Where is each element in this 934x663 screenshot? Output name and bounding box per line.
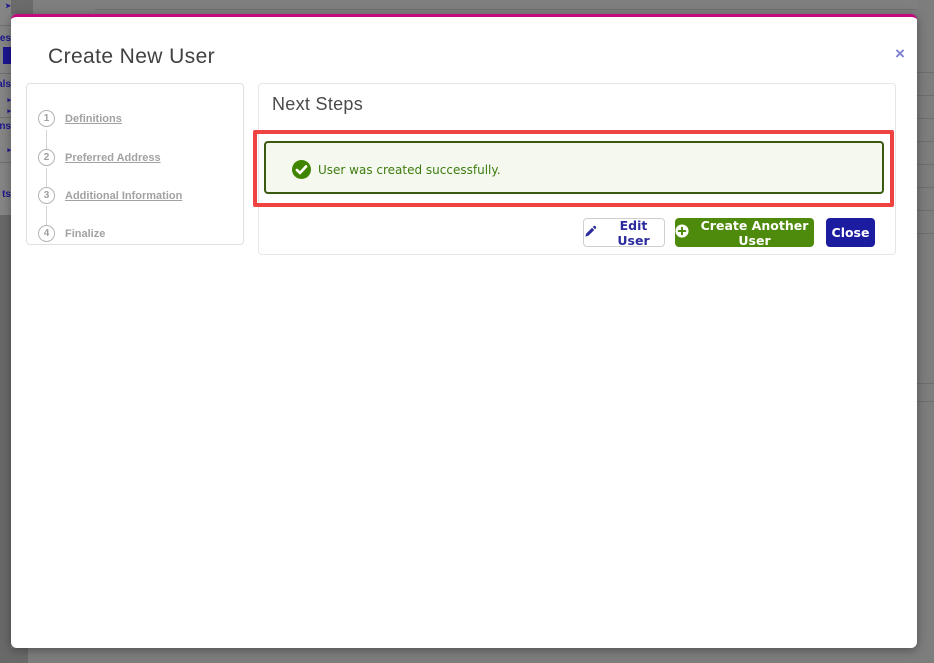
step-number-badge: 2 [38, 149, 55, 166]
wizard-step-preferred-address[interactable]: 2 Preferred Address [27, 149, 243, 167]
close-icon[interactable]: × [889, 43, 911, 65]
create-new-user-modal: Create New User × 1 Definitions 2 Prefer… [11, 14, 917, 648]
sidebar-fragment: ts [2, 189, 11, 200]
panel-title: Next Steps [272, 94, 364, 114]
sidebar-fragment: es [0, 33, 11, 44]
button-label: Create Another User [700, 217, 809, 248]
success-message: User was created successfully. [318, 163, 501, 177]
plus-circle-icon [675, 224, 689, 241]
wizard-step-additional-information[interactable]: 3 Additional Information [27, 187, 243, 205]
wizard-step-definitions[interactable]: 1 Definitions [27, 110, 243, 128]
page: { "modal": { "title": "Create New User",… [0, 0, 934, 663]
step-label[interactable]: Definitions [65, 113, 122, 125]
sidebar-fragment: als [0, 79, 11, 90]
step-number-badge: 4 [38, 225, 55, 242]
step-connector-line [46, 168, 47, 188]
background-block [11, 0, 33, 14]
close-button[interactable]: Close [826, 218, 875, 247]
background-dark-area [0, 215, 11, 663]
step-number-badge: 3 [38, 187, 55, 204]
table-row-dividers [917, 50, 934, 243]
divider [0, 117, 11, 118]
table-row-divider [917, 383, 934, 402]
edit-user-button[interactable]: Edit User [583, 217, 665, 248]
wizard-steps-card: 1 Definitions 2 Preferred Address 3 Addi… [26, 83, 244, 245]
wizard-step-finalize: 4 Finalize [27, 225, 243, 243]
background-sidebar-strip: ➤ es als ▸ ▸ ns ▸ ts [0, 0, 11, 663]
pencil-icon [584, 225, 597, 241]
background-line [95, 9, 928, 10]
background-top-strip [11, 0, 934, 14]
background-bottom-strip [0, 648, 934, 663]
step-label: Finalize [65, 228, 106, 240]
check-circle-icon [292, 160, 311, 179]
step-label[interactable]: Additional Information [65, 190, 182, 202]
divider [0, 162, 11, 163]
step-number-badge: 1 [38, 110, 55, 127]
step-connector-line [46, 206, 47, 226]
divider [0, 73, 11, 74]
step-connector-line [46, 130, 47, 150]
sidebar-selected-block [3, 47, 11, 64]
background-table-strip [917, 0, 934, 663]
step-label[interactable]: Preferred Address [65, 152, 161, 164]
success-alert: User was created successfully. [264, 141, 884, 194]
background-block [0, 648, 28, 663]
button-label: Edit User [617, 217, 650, 248]
sidebar-fragment: ns [0, 121, 11, 132]
divider [0, 25, 11, 26]
modal-title: Create New User [48, 45, 216, 68]
create-another-user-button[interactable]: Create Another User [675, 217, 814, 248]
button-label: Close [831, 225, 870, 240]
next-steps-panel: Next Steps User was created successfully… [253, 83, 896, 255]
